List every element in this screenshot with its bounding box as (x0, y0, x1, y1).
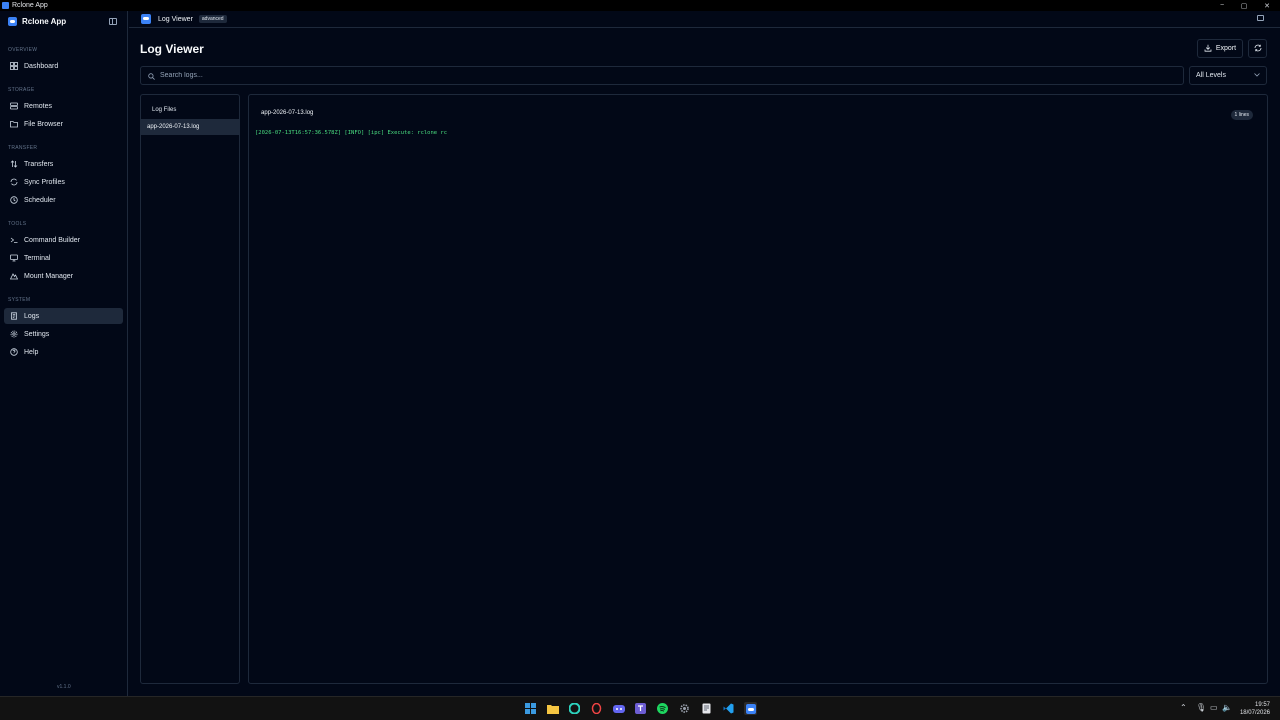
sidebar-item-sync-profiles[interactable]: Sync Profiles (4, 174, 123, 190)
sidebar-item-mount-manager[interactable]: Mount Manager (4, 268, 123, 284)
opera-browser-icon[interactable] (590, 702, 603, 715)
refresh-button[interactable] (1248, 39, 1267, 58)
sidebar-item-file-browser[interactable]: File Browser (4, 116, 123, 132)
file-explorer-icon[interactable] (546, 702, 559, 715)
terminal-prompt-icon (10, 236, 18, 244)
log-file-item[interactable]: app-2026-07-13.log (141, 119, 240, 135)
system-clock[interactable]: 19:57 18/07/2026 (1240, 701, 1270, 717)
cloud-logo-icon (141, 14, 151, 24)
sidebar-item-label: Sync Profiles (24, 178, 65, 186)
display-icon[interactable] (1257, 15, 1264, 21)
export-button[interactable]: Export (1197, 39, 1243, 58)
microphone-icon[interactable]: 🎙 (1196, 703, 1206, 712)
cloud-logo-icon (8, 17, 17, 26)
sidebar-item-label: Transfers (24, 160, 54, 168)
taskbar: ⌃ 🎙 ▭ 🔈 19:57 18/07/2026 (0, 696, 1280, 720)
log-files-panel: Log Files app-2026-07-13.log (140, 94, 240, 684)
search-icon (148, 67, 155, 85)
scroll-icon (10, 312, 18, 320)
discord-icon[interactable] (612, 702, 625, 715)
help-circle-icon (10, 348, 18, 356)
section-storage: STORAGE (8, 87, 35, 93)
level-filter-value: All Levels (1196, 72, 1226, 79)
section-system: SYSTEM (8, 297, 31, 303)
sidebar-item-remotes[interactable]: Remotes (4, 98, 123, 114)
log-files-title: Log Files (152, 107, 177, 113)
window-title: Rclone App (12, 2, 48, 9)
sidebar-item-label: Command Builder (24, 236, 81, 244)
export-label: Export (1215, 45, 1237, 52)
sync-icon (10, 178, 18, 186)
sidebar-item-label: Remotes (24, 102, 53, 110)
sidebar-item-label: Help (24, 348, 39, 356)
brand-name: Rclone App (22, 17, 67, 26)
minimize-button[interactable]: − (1211, 0, 1233, 11)
sidebar-item-logs[interactable]: Logs (4, 308, 123, 324)
refresh-icon (1254, 44, 1262, 54)
viewer-filename: app-2026-07-13.log (261, 110, 314, 116)
window-titlebar: Rclone App − ▢ ✕ (0, 0, 1280, 11)
app-icon (2, 2, 9, 9)
brand[interactable]: Rclone App (8, 17, 66, 26)
network-icon[interactable]: ▭ (1210, 703, 1218, 712)
arrows-updown-icon (10, 160, 18, 168)
sidebar-item-help[interactable]: Help (4, 344, 123, 360)
windows-start-icon[interactable] (524, 702, 537, 715)
teams-icon[interactable] (634, 702, 647, 715)
gear-icon (10, 330, 18, 338)
line-count-badge: 1 lines (1230, 110, 1253, 120)
sidebar-item-settings[interactable]: Settings (4, 326, 123, 342)
folder-icon (10, 120, 18, 128)
sidebar: Rclone App OVERVIEW Dashboard STORAGE Re… (0, 11, 128, 696)
level-filter-select[interactable]: All Levels (1189, 66, 1267, 85)
notepad-icon[interactable] (700, 702, 713, 715)
sidebar-item-label: File Browser (24, 120, 63, 128)
vscode-icon[interactable] (722, 702, 735, 715)
sidebar-toggle-icon[interactable] (109, 18, 117, 25)
sidebar-item-label: Logs (24, 312, 40, 320)
log-line: [2026-07-13T16:57:36.578Z] [INFO] [ipc] … (255, 130, 448, 136)
close-button[interactable]: ✕ (1256, 0, 1278, 11)
sidebar-item-label: Mount Manager (24, 272, 74, 280)
search-input[interactable] (160, 72, 1060, 79)
dashboard-icon (10, 62, 18, 70)
sidebar-item-dashboard[interactable]: Dashboard (4, 58, 123, 74)
spotify-icon[interactable] (656, 702, 669, 715)
sidebar-item-terminal[interactable]: Terminal (4, 250, 123, 266)
clock-icon (10, 196, 18, 204)
sidebar-item-transfers[interactable]: Transfers (4, 156, 123, 172)
section-tools: TOOLS (8, 221, 27, 227)
chevron-down-icon (1254, 72, 1260, 79)
sidebar-item-command-builder[interactable]: Command Builder (4, 232, 123, 248)
maximize-button[interactable]: ▢ (1233, 0, 1255, 11)
topbar-title: Log Viewer (158, 15, 193, 23)
clock-date: 18/07/2026 (1239, 710, 1270, 716)
download-icon (1204, 44, 1212, 54)
sidebar-item-label: Scheduler (24, 196, 56, 204)
sidebar-item-label: Settings (24, 330, 50, 338)
edge-browser-icon[interactable] (568, 702, 581, 715)
topbar: Log Viewer advanced (129, 11, 1280, 28)
app-version: v1.1.0 (57, 684, 71, 690)
section-transfer: TRANSFER (8, 145, 38, 151)
search-box[interactable] (140, 66, 1184, 85)
mountain-icon (10, 272, 18, 280)
sidebar-item-label: Dashboard (24, 62, 59, 70)
sidebar-item-label: Terminal (24, 254, 51, 262)
log-viewer-panel: app-2026-07-13.log 1 lines [2026-07-13T1… (248, 94, 1268, 684)
sidebar-item-scheduler[interactable]: Scheduler (4, 192, 123, 208)
server-icon (10, 102, 18, 110)
page-title: Log Viewer (140, 42, 204, 56)
mode-badge: advanced (198, 15, 227, 23)
section-overview: OVERVIEW (8, 47, 38, 53)
settings-gear-icon[interactable] (678, 702, 691, 715)
clock-time: 19:57 (1254, 702, 1270, 708)
monitor-icon (10, 254, 18, 262)
chevron-up-icon[interactable]: ⌃ (1180, 703, 1187, 712)
rclone-app-taskbar-icon[interactable] (744, 702, 757, 715)
volume-icon[interactable]: 🔈 (1222, 703, 1232, 712)
